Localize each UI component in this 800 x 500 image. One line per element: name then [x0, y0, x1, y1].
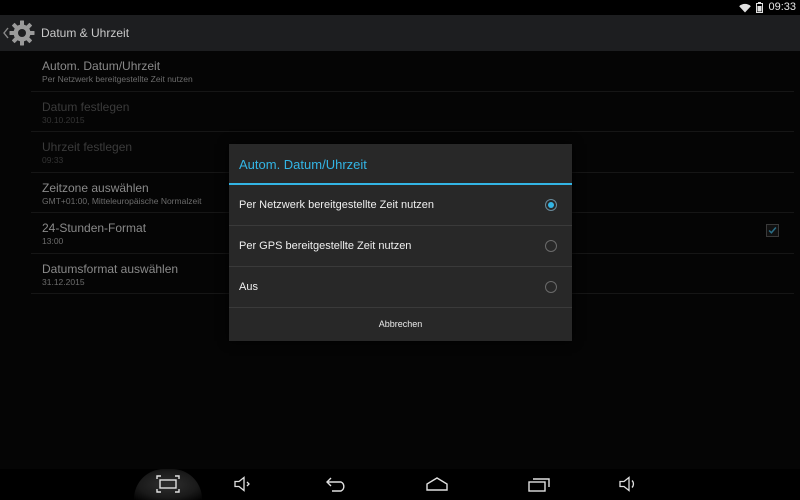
pref-title: Uhrzeit festlegen: [42, 140, 133, 154]
pref-title: Autom. Datum/Uhrzeit: [42, 59, 161, 73]
screenshot-icon[interactable]: [156, 475, 180, 493]
pref-summary: 31.12.2015: [42, 276, 85, 287]
radio-selected-icon[interactable]: [545, 199, 557, 211]
option-gps-time[interactable]: Per GPS bereitgestellte Zeit nutzen: [229, 226, 572, 267]
option-label: Per Netzwerk bereitgestellte Zeit nutzen: [239, 199, 435, 211]
status-bar: 09:33: [0, 0, 800, 15]
radio-unselected-icon[interactable]: [545, 240, 557, 252]
volume-down-icon[interactable]: [232, 475, 256, 493]
volume-up-icon[interactable]: [617, 475, 641, 493]
cancel-button[interactable]: Abbrechen: [229, 308, 572, 341]
option-label: Per GPS bereitgestellte Zeit nutzen: [239, 240, 412, 252]
action-bar: Datum & Uhrzeit: [0, 15, 800, 51]
pref-summary: 13:00: [42, 236, 64, 246]
pref-summary: 30.10.2015: [42, 114, 85, 125]
home-icon[interactable]: [425, 475, 449, 493]
clock: 09:33: [768, 1, 796, 13]
back-icon[interactable]: [324, 475, 348, 493]
settings-gear-icon[interactable]: [8, 19, 36, 47]
battery-icon: [756, 2, 764, 13]
pref-title: Datum festlegen: [42, 99, 130, 114]
option-label: Aus: [239, 281, 258, 293]
checkbox-24-hour[interactable]: [766, 224, 779, 237]
auto-date-time-dialog: Autom. Datum/Uhrzeit Per Netzwerk bereit…: [229, 144, 572, 341]
status-indicators: 09:33: [739, 1, 796, 14]
pref-title: Datumsformat auswählen: [42, 261, 179, 276]
radio-unselected-icon[interactable]: [545, 281, 557, 293]
pref-summary: Per Netzwerk bereitgestellte Zeit nutzen: [42, 74, 193, 84]
page-title: Datum & Uhrzeit: [41, 26, 130, 40]
wifi-icon: [739, 3, 752, 12]
recent-apps-icon[interactable]: [527, 475, 551, 493]
pref-summary: GMT+01:00, Mitteleuropäische Normalzeit: [42, 195, 202, 206]
pref-title: 24-Stunden-Format: [42, 221, 147, 235]
navigation-bar: [0, 469, 800, 500]
pref-title: Zeitzone auswählen: [42, 180, 149, 195]
dialog-title: Autom. Datum/Uhrzeit: [239, 157, 367, 172]
pref-summary: 09:33: [42, 155, 64, 165]
option-off[interactable]: Aus: [229, 267, 572, 308]
pref-set-date: Datum festlegen 30.10.2015: [31, 92, 794, 132]
pref-auto-date-time[interactable]: Autom. Datum/Uhrzeit Per Netzwerk bereit…: [31, 51, 794, 92]
option-network-time[interactable]: Per Netzwerk bereitgestellte Zeit nutzen: [229, 185, 572, 226]
